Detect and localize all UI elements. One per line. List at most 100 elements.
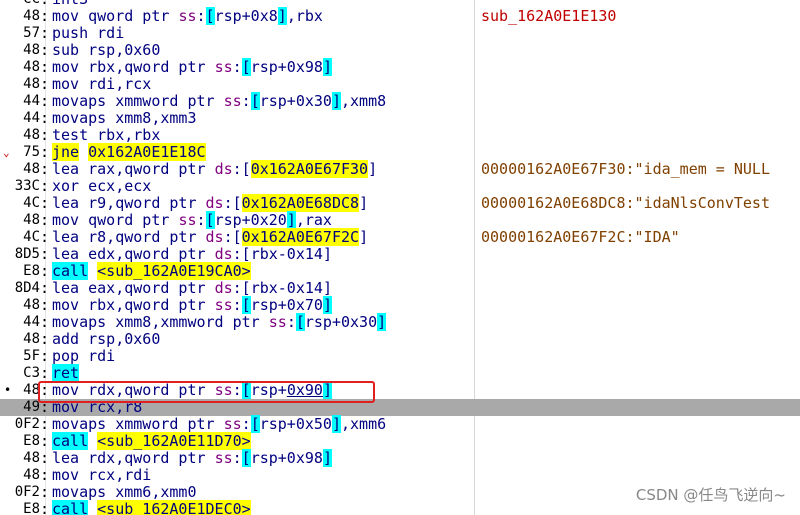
instruction-row[interactable]: 48: mov rcx,rdi [0, 467, 800, 484]
instruction-text: movaps xmm6,xmm0 [52, 484, 197, 501]
instruction-token: [ [241, 58, 251, 76]
instruction-bytes: 48 [23, 212, 40, 228]
bytes-separator: : [40, 75, 50, 93]
instruction-token: qword ptr [88, 7, 179, 25]
instruction-row[interactable]: C3: ret [0, 364, 800, 382]
instruction-token: [ [241, 279, 251, 297]
bytes-separator: : [40, 228, 50, 246]
instruction-row[interactable]: 57: push rdi [0, 25, 800, 42]
instruction-token: : [196, 211, 206, 229]
instruction-row[interactable]: 48: lea rax,qword ptr ds:[0x162A0E67F30] 0… [0, 160, 800, 178]
instruction-row[interactable]: 33C: xor ecx,ecx [0, 178, 800, 195]
instruction-token: : [232, 245, 242, 263]
instruction-row[interactable]: 8D5: lea edx,qword ptr ds:[rbx-0x14] [0, 246, 800, 263]
instruction-token: xmm8,xmm3 [115, 109, 197, 127]
instruction-row[interactable]: 5F: pop rdi [0, 348, 800, 365]
instruction-token: : [232, 160, 242, 178]
instruction-token: movaps [52, 313, 116, 331]
bytes-separator: : [40, 364, 50, 382]
instruction-token: : [232, 449, 242, 467]
bytes-separator: : [40, 483, 50, 501]
instruction-token: ds [205, 228, 224, 246]
instruction-token: 0x162A0E67F30 [250, 160, 369, 178]
instruction-text: call <sub_162A0E1DEC0> [52, 500, 251, 515]
bytes-separator: : [40, 466, 50, 484]
instruction-row[interactable]: 44: movaps xmmword ptr ss:[rsp+0x30],xmm8 [0, 92, 800, 110]
instruction-text: mov qword ptr ss:[rsp+0x8],rbx [52, 7, 323, 25]
instruction-token: call [52, 432, 89, 450]
instruction-row[interactable]: 48: mov rbx,qword ptr ss:[rsp+0x70] [0, 296, 800, 314]
instruction-token: rdi,rcx [88, 75, 152, 93]
instruction-token: ] [322, 279, 332, 297]
instruction-row[interactable]: E8: call <sub_162A0E11D70> [0, 432, 800, 450]
bytes-separator: : [40, 177, 50, 195]
instruction-row[interactable]: 44: movaps xmm8,xmmword ptr ss:[rsp+0x30] [0, 313, 800, 331]
instruction-row[interactable]: 0F2: movaps xmmword ptr ss:[rsp+0x50],xmm… [0, 415, 800, 433]
instruction-text: mov rbx,qword ptr ss:[rsp+0x70] [52, 296, 332, 314]
instruction-token: ds [205, 194, 224, 212]
instruction-row[interactable]: 48: mov rbx,qword ptr ss:[rsp+0x98] [0, 58, 800, 76]
instruction-row[interactable]: 8D4: lea eax,qword ptr ds:[rbx-0x14] [0, 280, 800, 297]
instruction-token: mov [52, 296, 89, 314]
instruction-token: rsp+0x8 [214, 7, 278, 25]
instruction-text: lea r9,qword ptr ds:[0x162A0E68DC8] [52, 194, 369, 212]
instruction-token: rcx,rdi [88, 466, 152, 484]
instruction-token: ] [322, 296, 332, 314]
instruction-token: ] [322, 245, 332, 263]
instruction-text: jne 0x162A0E1E18C [52, 143, 206, 161]
instruction-text: movaps xmm8,xmm3 [52, 110, 197, 127]
instruction-bytes: 48 [23, 76, 40, 92]
instruction-token: xor [52, 177, 89, 195]
instruction-row[interactable]: 48: sub rsp,0x60 [0, 42, 800, 59]
instruction-token: eax,qword ptr [88, 279, 215, 297]
instruction-row[interactable]: 48: mov qword ptr ss:[rsp+0x20],rax [0, 211, 800, 229]
instruction-text: movaps xmmword ptr ss:[rsp+0x30],xmm8 [52, 92, 386, 110]
bytes-separator: : [40, 211, 50, 229]
watermark: CSDN @任鸟飞逆向~ [635, 486, 786, 504]
bytes-separator: : [40, 347, 50, 365]
instruction-token: ss [214, 296, 233, 314]
instruction-text: movaps xmm8,xmmword ptr ss:[rsp+0x30] [52, 313, 387, 331]
instruction-token: <sub_162A0E1DEC0> [97, 500, 251, 515]
bytes-separator: : [40, 24, 50, 42]
instruction-row[interactable]: ⌄ 75: jne 0x162A0E1E18C [0, 143, 800, 161]
instruction-token: ds [214, 245, 233, 263]
instruction-text: call <sub_162A0E19CA0> [52, 262, 251, 280]
instruction-token: ] [359, 194, 369, 212]
instruction-row[interactable]: 4C: lea r8,qword ptr ds:[0x162A0E67F2C] 00… [0, 228, 800, 246]
instruction-token: : [223, 228, 233, 246]
instruction-token: mov [52, 58, 89, 76]
instruction-row[interactable]: 48: lea rdx,qword ptr ss:[rsp+0x98] [0, 449, 800, 467]
instruction-token: edx,qword ptr [88, 245, 215, 263]
instruction-token: [ [250, 415, 260, 433]
instruction-row[interactable]: 48: mov rdi,rcx [0, 76, 800, 93]
instruction-token: mov [52, 211, 89, 229]
instruction-token: call [52, 500, 89, 515]
disassembly-view[interactable]: CC:int348:mov qword ptr ss:[rsp+0x8],rbx… [0, 0, 800, 515]
instruction-bytes: 48 [23, 127, 40, 143]
instruction-token: ] [359, 228, 369, 246]
instruction-token: rbx,qword ptr [88, 296, 215, 314]
instruction-token: ,rbx [286, 7, 323, 25]
instruction-token: rsp+0x20 [214, 211, 287, 229]
instruction-token: lea [52, 194, 89, 212]
instruction-token: [ [241, 245, 251, 263]
instruction-row[interactable]: E8: call <sub_162A0E19CA0> [0, 262, 800, 280]
instruction-text: test rbx,rbx [52, 127, 160, 144]
instruction-row[interactable]: 48: test rbx,rbx [0, 127, 800, 144]
instruction-row[interactable]: 48: add rsp,0x60 [0, 331, 800, 348]
instruction-token: 0x162A0E68DC8 [241, 194, 360, 212]
instruction-token: rsp+0x98 [250, 449, 323, 467]
instruction-row[interactable]: 44: movaps xmm8,xmm3 [0, 110, 800, 127]
instruction-token: [ [241, 296, 251, 314]
instruction-row[interactable]: 48: mov qword ptr ss:[rsp+0x8],rbx sub_162… [0, 7, 800, 25]
instruction-token: : [241, 415, 251, 433]
instruction-bytes: 48 [23, 8, 40, 24]
instruction-text: mov rdi,rcx [52, 76, 151, 93]
instruction-bytes: 48 [23, 42, 40, 58]
instruction-token: : [232, 58, 242, 76]
instruction-token: r8,qword ptr [88, 228, 206, 246]
instruction-token: mov [52, 75, 89, 93]
instruction-bytes: 0F2 [14, 416, 40, 432]
instruction-row[interactable]: 4C: lea r9,qword ptr ds:[0x162A0E68DC8] 00… [0, 194, 800, 212]
